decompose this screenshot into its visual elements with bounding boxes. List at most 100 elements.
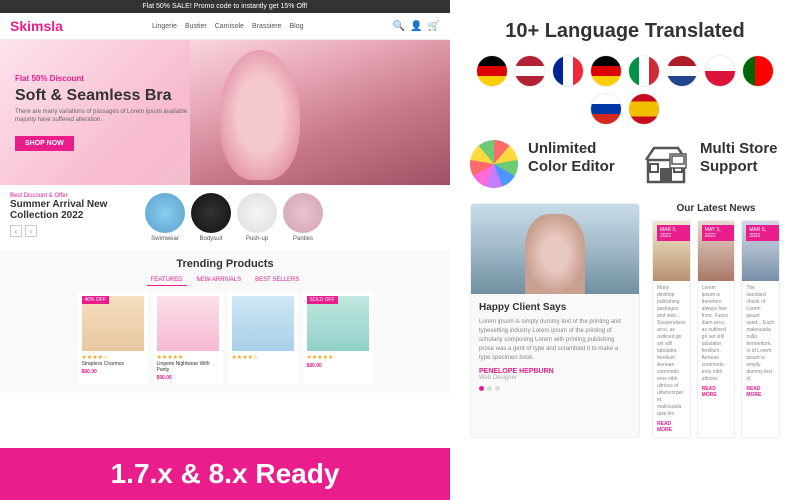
collection-img-bodysuit: [191, 193, 231, 233]
promo-bar: Flat 50% SALE! Promo code to instantly g…: [0, 0, 450, 13]
site-nav: Lingerie Bustier Camisole Brassiere Blog: [152, 23, 304, 30]
product-stars-4: ★★★★★: [307, 354, 369, 361]
right-panel: 10+ Language Translated Unlimited Color …: [450, 0, 800, 500]
collection-nav: ‹ ›: [10, 225, 130, 237]
collection-items: Swimwear Bodysuit Push-up Panties: [145, 193, 440, 242]
tab-new-arrivals[interactable]: NEW ARRIVALS: [193, 275, 246, 286]
flag-german: [476, 55, 508, 87]
news-read-more-3[interactable]: READ MORE: [746, 386, 775, 398]
nav-bustier[interactable]: Bustier: [185, 23, 207, 30]
trending-section: Trending Products FEATURED NEW ARRIVALS …: [0, 250, 450, 393]
nav-lingerie[interactable]: Lingerie: [152, 23, 177, 30]
collection-item-swimwear[interactable]: Swimwear: [145, 193, 185, 242]
dot-3[interactable]: [495, 386, 500, 391]
collection-item-bodysuit[interactable]: Bodysuit: [191, 193, 231, 242]
news-date-2: MAY 3, 2022: [702, 225, 735, 241]
collection-section: Best Discount & Offer Summer Arrival New…: [0, 185, 450, 250]
hero-woman-image: [190, 40, 450, 185]
bottom-section: Happy Client Says Lorem ipsum is simply …: [470, 203, 780, 438]
flag-french: [552, 55, 584, 87]
client-pagination: [479, 386, 631, 391]
product-card-2[interactable]: ★★★★★ Lingerie Nightwear With Panty $90.…: [153, 292, 223, 385]
product-stars-2: ★★★★★: [157, 354, 219, 361]
flag-russian: [590, 93, 622, 125]
news-date-3: MAR 5, 2022: [746, 225, 779, 241]
news-read-more-1[interactable]: READ MORE: [657, 421, 686, 433]
product-img-4: [307, 296, 369, 351]
trending-title: Trending Products: [10, 258, 440, 270]
tab-featured[interactable]: FEATURED: [147, 275, 187, 286]
feature-store-title: Multi Store Support: [700, 140, 780, 176]
language-flags: [470, 55, 780, 125]
flag-spanish: [628, 93, 660, 125]
language-section: 10+ Language Translated: [470, 20, 780, 125]
left-panel: Flat 50% SALE! Promo code to instantly g…: [0, 0, 450, 500]
product-card-4[interactable]: SOLD OFF ★★★★★ $80.00: [303, 292, 373, 385]
news-read-more-2[interactable]: READ MORE: [702, 386, 731, 398]
collection-label-bodysuit: Bodysuit: [191, 236, 231, 242]
nav-blog[interactable]: Blog: [290, 23, 304, 30]
hero-title: Soft & Seamless Bra: [15, 86, 195, 105]
news-title: Our Latest News: [652, 203, 780, 214]
collection-label-panties: Panties: [283, 236, 323, 242]
news-card-3[interactable]: MAR 5, 2022 The standard chunk of Lorem …: [741, 220, 780, 438]
website-mockup: Flat 50% SALE! Promo code to instantly g…: [0, 0, 450, 460]
search-icon[interactable]: 🔍: [393, 21, 405, 32]
shop-now-button[interactable]: SHOP NOW: [15, 136, 74, 151]
dot-1[interactable]: [479, 386, 484, 391]
store-icon: [642, 140, 690, 188]
hero-subtitle: There are many variations of passages of…: [15, 108, 195, 125]
product-price-2: $90.00: [157, 375, 219, 381]
features-row: Unlimited Color Editor Multi Store Suppo…: [470, 140, 780, 188]
collection-label-pushup: Push-up: [237, 236, 277, 242]
news-section: Our Latest News MAR 5, 2022 Many desktop…: [652, 203, 780, 438]
collection-prev[interactable]: ‹: [10, 225, 22, 237]
news-grid: MAR 5, 2022 Many desktop publishing pack…: [652, 220, 780, 438]
news-text-1: Many desktop publishing packages and web…: [657, 285, 686, 418]
product-card-1[interactable]: 40% OFF ★★★★☆ Strapless Charmos $80.00: [78, 292, 148, 385]
hero-section: Flat 50% Discount Soft & Seamless Bra Th…: [0, 40, 450, 185]
news-img-1: MAR 5, 2022: [653, 221, 690, 281]
user-icon[interactable]: 👤: [410, 21, 422, 32]
product-stars-3: ★★★★☆: [232, 354, 294, 361]
collection-header: Best Discount & Offer Summer Arrival New…: [10, 193, 440, 242]
hero-text: Flat 50% Discount Soft & Seamless Bra Th…: [15, 74, 195, 152]
collection-img-panties: [283, 193, 323, 233]
client-image: [471, 204, 639, 294]
news-text-2: Lorem ipsum is therefore always free fro…: [702, 285, 731, 383]
news-img-3: MAR 5, 2022: [742, 221, 779, 281]
flag-polish: [704, 55, 736, 87]
product-grid: 40% OFF ★★★★☆ Strapless Charmos $80.00 ★…: [10, 292, 440, 385]
product-price-1: $80.00: [82, 369, 144, 375]
collection-img-pushup: [237, 193, 277, 233]
collection-next[interactable]: ›: [25, 225, 37, 237]
collection-item-panties[interactable]: Panties: [283, 193, 323, 242]
news-card-2[interactable]: MAY 3, 2022 Lorem ipsum is therefore alw…: [697, 220, 736, 438]
feature-color-text: Unlimited Color Editor: [528, 140, 622, 176]
news-content-1: Many desktop publishing packages and web…: [653, 281, 690, 437]
cart-icon[interactable]: 🛒: [428, 21, 440, 32]
version-badge: 1.7.x & 8.x Ready: [0, 448, 450, 500]
dot-2[interactable]: [487, 386, 492, 391]
flag-german2: [590, 55, 622, 87]
nav-brassiere[interactable]: Brassiere: [252, 23, 282, 30]
product-price-4: $80.00: [307, 363, 369, 369]
product-badge-1: 40% OFF: [82, 296, 109, 304]
flag-portuguese: [742, 55, 774, 87]
client-section: Happy Client Says Lorem ipsum is simply …: [470, 203, 640, 438]
nav-camisole[interactable]: Camisole: [215, 23, 244, 30]
client-section-title: Happy Client Says: [479, 302, 631, 313]
collection-title: Summer Arrival New Collection 2022: [10, 199, 130, 221]
collection-img-swimwear: [145, 193, 185, 233]
collection-item-pushup[interactable]: Push-up: [237, 193, 277, 242]
news-card-1[interactable]: MAR 5, 2022 Many desktop publishing pack…: [652, 220, 691, 438]
tab-best-sellers[interactable]: BEST SELLERS: [251, 275, 303, 286]
flag-dutch: [666, 55, 698, 87]
product-img-3: [232, 296, 294, 351]
flag-us: [514, 55, 546, 87]
product-name-2: Lingerie Nightwear With Panty: [157, 361, 219, 373]
product-card-3[interactable]: ★★★★☆: [228, 292, 298, 385]
product-stars-1: ★★★★☆: [82, 354, 144, 361]
product-img-2: [157, 296, 219, 351]
collection-text: Best Discount & Offer Summer Arrival New…: [10, 193, 130, 237]
